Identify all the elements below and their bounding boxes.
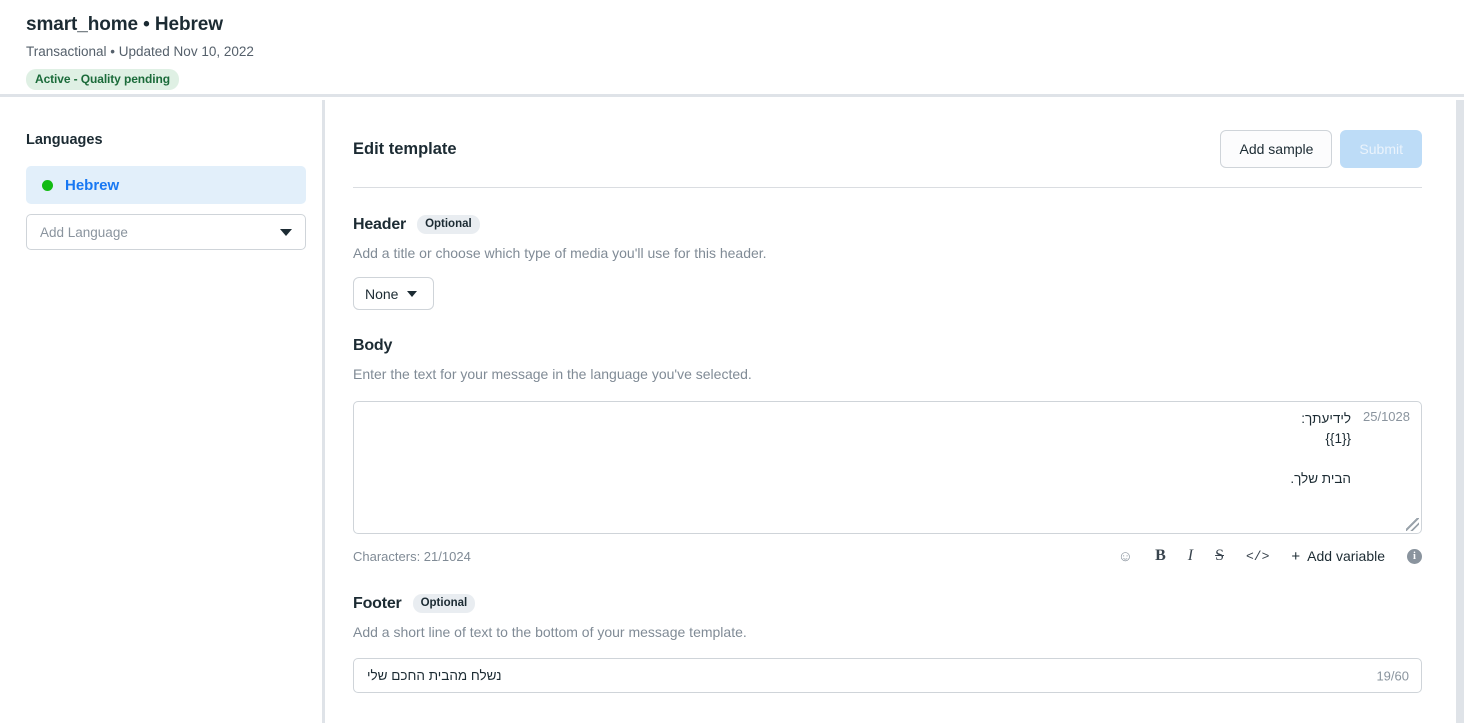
body-toolbar-row: Characters: 21/1024 ☺ B I S </> + Add va… bbox=[353, 545, 1422, 567]
panel-actions: Add sample Submit bbox=[1220, 130, 1422, 168]
header-section-description: Add a title or choose which type of medi… bbox=[353, 244, 1422, 263]
body-section-head: Body bbox=[353, 337, 1422, 355]
code-icon[interactable]: </> bbox=[1246, 550, 1269, 563]
italic-icon[interactable]: I bbox=[1188, 548, 1193, 564]
header-section: Header Optional Add a title or choose wh… bbox=[353, 215, 1422, 310]
bold-icon[interactable]: B bbox=[1155, 548, 1166, 564]
languages-sidebar: Languages Hebrew Add Language bbox=[0, 100, 325, 723]
add-language-placeholder: Add Language bbox=[40, 225, 128, 240]
template-editor-page: smart_home • Hebrew Transactional • Upda… bbox=[0, 0, 1464, 723]
body-counter: 25/1028 bbox=[1363, 409, 1410, 424]
footer-section-title: Footer bbox=[353, 595, 402, 613]
footer-input[interactable]: נשלח מהבית החכם שלי 19/60 bbox=[353, 658, 1422, 693]
body-format-toolbar: ☺ B I S </> + Add variable i bbox=[1118, 548, 1422, 565]
resize-handle-icon[interactable] bbox=[1406, 518, 1419, 531]
header-divider bbox=[353, 187, 1422, 188]
sidebar-item-label: Hebrew bbox=[65, 177, 119, 194]
body-section-description: Enter the text for your message in the l… bbox=[353, 365, 1422, 384]
status-dot-icon bbox=[42, 180, 53, 191]
panel-header: Edit template Add sample Submit bbox=[353, 130, 1422, 168]
body-textarea[interactable]: לידיעתך: {{1}} הבית שלך. 25/1028 bbox=[353, 401, 1422, 534]
footer-optional-badge: Optional bbox=[413, 594, 476, 613]
footer-section: Footer Optional Add a short line of text… bbox=[353, 594, 1422, 693]
body-characters-label: Characters: 21/1024 bbox=[353, 549, 471, 564]
footer-input-value: נשלח מהבית החכם שלי bbox=[367, 668, 502, 683]
header-media-type-value: None bbox=[365, 286, 398, 302]
info-icon[interactable]: i bbox=[1407, 549, 1422, 564]
sidebar-heading: Languages bbox=[26, 132, 306, 148]
page-subtitle: Transactional • Updated Nov 10, 2022 bbox=[26, 42, 1464, 62]
page-header: smart_home • Hebrew Transactional • Upda… bbox=[0, 0, 1464, 97]
status-badge: Active - Quality pending bbox=[26, 69, 179, 90]
add-language-select[interactable]: Add Language bbox=[26, 214, 306, 250]
sidebar-item-hebrew[interactable]: Hebrew bbox=[26, 166, 306, 204]
strikethrough-icon[interactable]: S bbox=[1215, 548, 1224, 564]
edit-template-panel: Edit template Add sample Submit Header O… bbox=[325, 100, 1456, 723]
add-sample-button[interactable]: Add sample bbox=[1220, 130, 1332, 168]
plus-icon: + bbox=[1291, 548, 1300, 565]
body-section-title: Body bbox=[353, 337, 392, 355]
footer-section-description: Add a short line of text to the bottom o… bbox=[353, 623, 1422, 642]
header-optional-badge: Optional bbox=[417, 215, 480, 234]
add-variable-button[interactable]: + Add variable bbox=[1291, 548, 1385, 565]
content-area: Languages Hebrew Add Language Edit templ… bbox=[0, 100, 1464, 723]
footer-section-head: Footer Optional bbox=[353, 594, 1422, 613]
header-section-title: Header bbox=[353, 216, 406, 234]
header-media-type-select[interactable]: None bbox=[353, 277, 434, 310]
page-title: smart_home • Hebrew bbox=[26, 13, 1464, 37]
body-section: Body Enter the text for your message in … bbox=[353, 337, 1422, 567]
submit-button[interactable]: Submit bbox=[1340, 130, 1422, 168]
emoji-icon[interactable]: ☺ bbox=[1118, 549, 1133, 564]
header-section-head: Header Optional bbox=[353, 215, 1422, 234]
panel-title: Edit template bbox=[353, 130, 457, 159]
chevron-down-icon bbox=[280, 229, 292, 236]
body-textarea-value: לידיעתך: {{1}} הבית שלך. bbox=[367, 409, 1351, 489]
footer-counter: 19/60 bbox=[1376, 668, 1409, 683]
add-variable-label: Add variable bbox=[1307, 548, 1385, 564]
chevron-down-icon bbox=[407, 291, 417, 297]
